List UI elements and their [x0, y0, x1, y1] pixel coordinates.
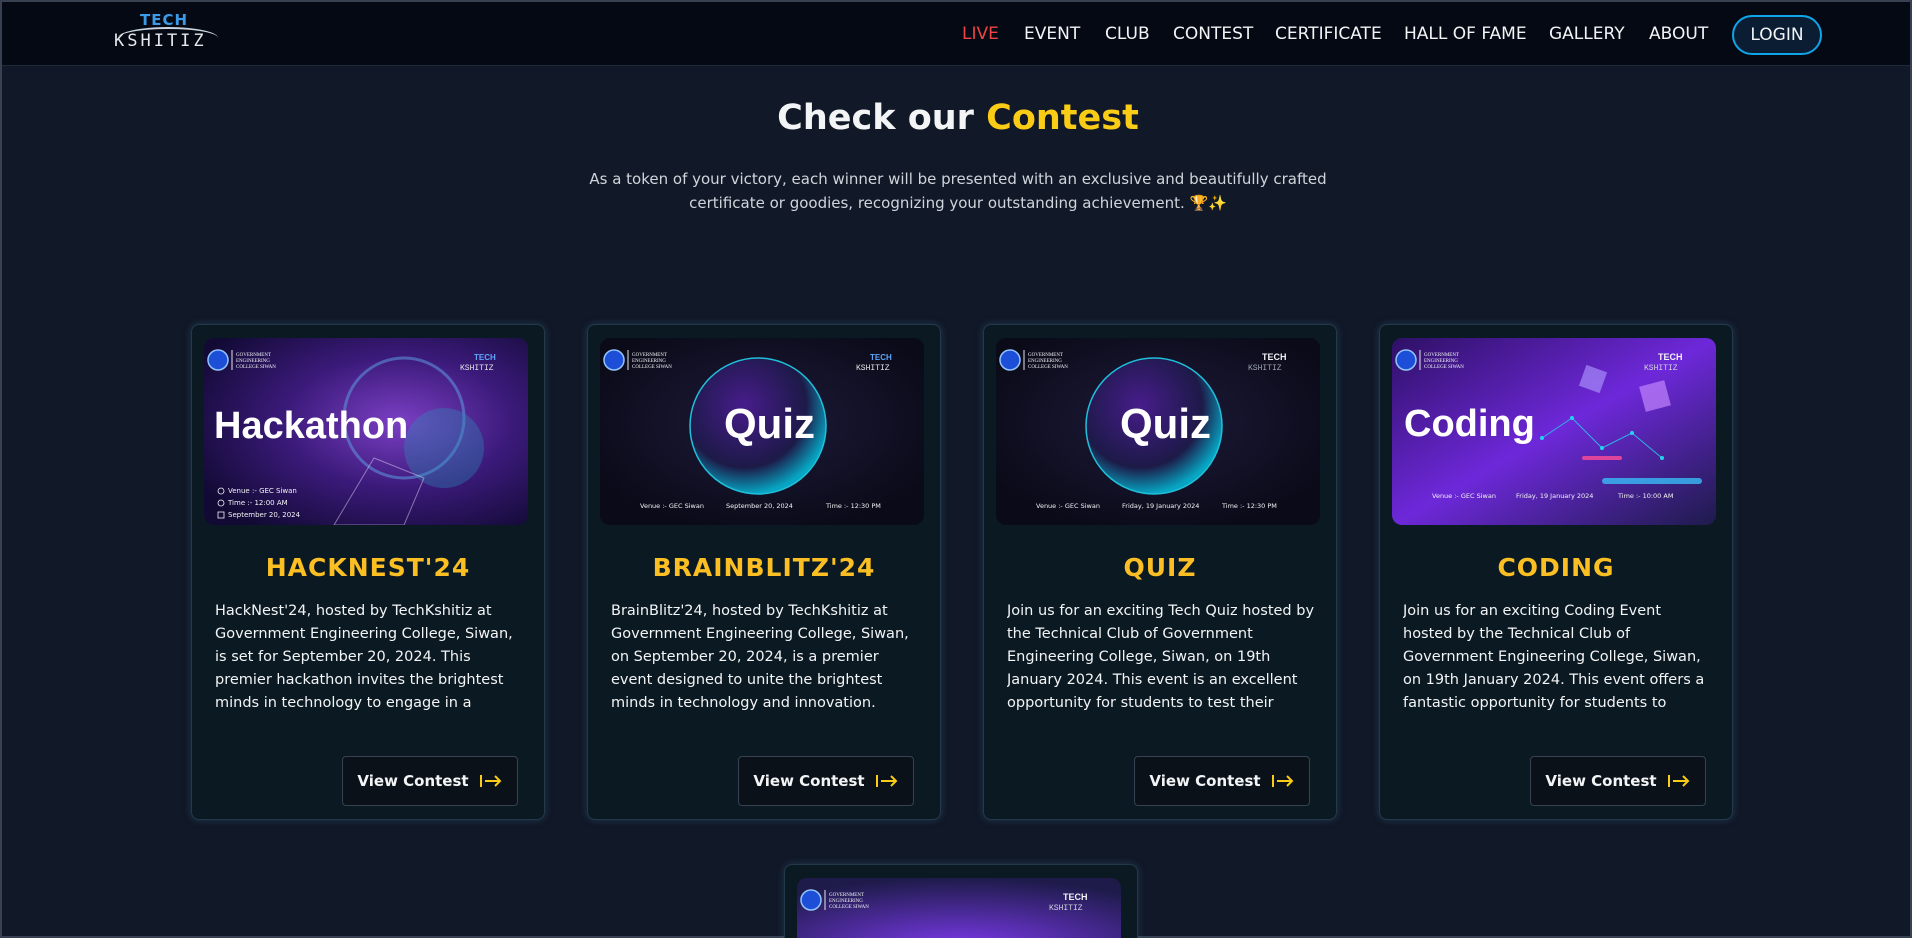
logo-top-text: TECH [140, 11, 189, 29]
svg-text:COLLEGE SIWAN: COLLEGE SIWAN [632, 365, 672, 370]
poster-venue-text: Venue :- GEC Siwan [228, 487, 297, 495]
quiz-poster: GOVERNMENT ENGINEERING COLLEGE SIWAN TEC… [600, 338, 924, 525]
view-contest-label: View Contest [1545, 772, 1657, 790]
svg-text:ENGINEERING: ENGINEERING [236, 359, 270, 364]
svg-text:TECH: TECH [474, 353, 496, 362]
svg-text:ENGINEERING: ENGINEERING [1424, 359, 1458, 364]
contest-poster-image[interactable]: GOVERNMENT ENGINEERING COLLEGE SIWAN TEC… [996, 338, 1320, 525]
svg-text:KSHITIZ: KSHITIZ [1049, 904, 1083, 913]
nav-item-club[interactable]: CLUB [1105, 24, 1150, 44]
arrow-right-icon [1667, 774, 1691, 788]
quiz-poster: GOVERNMENT ENGINEERING COLLEGE SIWAN TEC… [996, 338, 1320, 525]
contest-card-hacknest: GOVERNMENT ENGINEERING COLLEGE SIWAN TEC… [191, 324, 545, 820]
arrow-right-icon [875, 774, 899, 788]
nav-item-certificate[interactable]: CERTIFICATE [1275, 24, 1382, 44]
hackathon-poster: GOVERNMENT ENGINEERING COLLEGE SIWAN TEC… [797, 878, 1121, 938]
hackathon-poster: GOVERNMENT ENGINEERING COLLEGE SIWAN TEC… [204, 338, 528, 525]
svg-text:ENGINEERING: ENGINEERING [1028, 359, 1062, 364]
nav-item-event[interactable]: EVENT [1024, 24, 1080, 44]
svg-text:GOVERNMENT: GOVERNMENT [632, 353, 667, 358]
section-subtitle: As a token of your victory, each winner … [589, 170, 1327, 212]
contest-card-partial: GOVERNMENT ENGINEERING COLLEGE SIWAN TEC… [784, 864, 1138, 938]
section-title-accent: Contest [986, 98, 1139, 138]
contest-card-brainblitz: GOVERNMENT ENGINEERING COLLEGE SIWAN TEC… [587, 324, 941, 820]
poster-venue-text: Venue :- GEC Siwan [1036, 502, 1100, 510]
poster-title-text: Quiz [1120, 400, 1211, 447]
svg-text:TECH: TECH [870, 353, 892, 362]
top-navbar: TECH KSHITIZ LIVE EVENT CLUB CONTEST CER… [2, 2, 1910, 66]
nav-item-hall-of-fame[interactable]: HALL OF FAME [1404, 24, 1527, 44]
svg-text:COLLEGE SIWAN: COLLEGE SIWAN [1424, 365, 1464, 370]
college-badge-text: GOVERNMENT [236, 353, 271, 358]
poster-time-text: Time :- 12:00 AM [227, 499, 288, 507]
svg-text:KSHITIZ: KSHITIZ [856, 364, 890, 373]
contest-description: BrainBlitz'24, hosted by TechKshitiz at … [611, 603, 909, 711]
nav-item-live[interactable]: LIVE [962, 24, 999, 44]
svg-text:KSHITIZ: KSHITIZ [460, 364, 494, 373]
poster-venue-text: Venue :- GEC Siwan [1432, 492, 1496, 500]
contest-title: QUIZ [1123, 553, 1197, 582]
nav-item-gallery[interactable]: GALLERY [1549, 24, 1625, 44]
view-contest-label: View Contest [1149, 772, 1261, 790]
contest-poster-image[interactable]: GOVERNMENT ENGINEERING COLLEGE SIWAN TEC… [204, 338, 528, 525]
nav-item-contest[interactable]: CONTEST [1173, 24, 1253, 44]
svg-text:ENGINEERING: ENGINEERING [632, 359, 666, 364]
view-contest-button[interactable]: View Contest [738, 756, 914, 806]
svg-text:ENGINEERING: ENGINEERING [829, 899, 863, 904]
poster-date-text: September 20, 2024 [228, 511, 301, 519]
poster-date-text: September 20, 2024 [726, 502, 793, 510]
contest-description: HackNest'24, hosted by TechKshitiz at Go… [215, 603, 513, 711]
poster-time-text: Time :- 12:30 PM [1221, 502, 1277, 510]
contest-title: BRAINBLITZ'24 [652, 553, 876, 582]
section-title: Check our Contest [2, 98, 1912, 138]
poster-date-text: Friday, 19 January 2024 [1122, 502, 1199, 510]
contest-title: CODING [1497, 553, 1615, 582]
svg-text:TECH: TECH [1262, 352, 1287, 362]
view-contest-button[interactable]: View Contest [1530, 756, 1706, 806]
svg-text:COLLEGE SIWAN: COLLEGE SIWAN [1028, 365, 1068, 370]
poster-title-text: Quiz [724, 400, 815, 447]
svg-text:TECH: TECH [1658, 352, 1683, 362]
poster-title-text: Hackathon [214, 405, 408, 447]
svg-text:KSHITIZ: KSHITIZ [1248, 364, 1282, 373]
poster-time-text: Time :- 10:00 AM [1617, 492, 1673, 500]
section-title-prefix: Check our [777, 98, 974, 138]
techkshitiz-logo[interactable]: TECH KSHITIZ [110, 9, 222, 55]
view-contest-button[interactable]: View Contest [342, 756, 518, 806]
arrow-right-icon [479, 774, 503, 788]
contest-poster-image[interactable]: GOVERNMENT ENGINEERING COLLEGE SIWAN TEC… [600, 338, 924, 525]
login-button[interactable]: LOGIN [1732, 15, 1822, 55]
poster-date-text: Friday, 19 January 2024 [1516, 492, 1593, 500]
coding-poster: GOVERNMENT ENGINEERING COLLEGE SIWAN TEC… [1392, 338, 1716, 525]
contest-title: HACKNEST'24 [265, 553, 471, 582]
contest-card-quiz: GOVERNMENT ENGINEERING COLLEGE SIWAN TEC… [983, 324, 1337, 820]
svg-text:COLLEGE SIWAN: COLLEGE SIWAN [236, 365, 276, 370]
svg-text:TECH: TECH [1063, 892, 1088, 902]
svg-text:GOVERNMENT: GOVERNMENT [1028, 353, 1063, 358]
arrow-right-icon [1271, 774, 1295, 788]
contest-poster-image[interactable]: GOVERNMENT ENGINEERING COLLEGE SIWAN TEC… [797, 878, 1121, 938]
svg-text:GOVERNMENT: GOVERNMENT [829, 893, 864, 898]
svg-text:GOVERNMENT: GOVERNMENT [1424, 353, 1459, 358]
view-contest-button[interactable]: View Contest [1134, 756, 1310, 806]
contest-description: Join us for an exciting Tech Quiz hosted… [1007, 603, 1315, 711]
contest-description: Join us for an exciting Coding Event hos… [1403, 603, 1705, 711]
view-contest-label: View Contest [753, 772, 865, 790]
poster-title-text: Coding [1404, 403, 1535, 445]
contest-card-coding: GOVERNMENT ENGINEERING COLLEGE SIWAN TEC… [1379, 324, 1733, 820]
poster-time-text: Time :- 12:30 PM [825, 502, 881, 510]
poster-venue-text: Venue :- GEC Siwan [640, 502, 704, 510]
nav-item-about[interactable]: ABOUT [1649, 24, 1708, 44]
contest-poster-image[interactable]: GOVERNMENT ENGINEERING COLLEGE SIWAN TEC… [1392, 338, 1716, 525]
svg-text:KSHITIZ: KSHITIZ [1644, 364, 1678, 373]
logo-bottom-text: KSHITIZ [114, 31, 207, 51]
view-contest-label: View Contest [357, 772, 469, 790]
svg-text:COLLEGE SIWAN: COLLEGE SIWAN [829, 905, 869, 910]
